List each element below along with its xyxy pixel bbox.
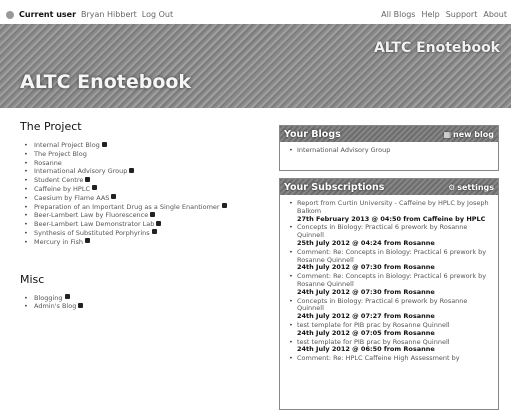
- subscription-item: Comment: Re: Concepts in Biology: Practi…: [286, 248, 492, 272]
- user-icon: [6, 10, 14, 19]
- misc-list: BloggingAdmin's Blog: [20, 294, 270, 312]
- banner-big-title[interactable]: ALTC Enotebook: [20, 71, 191, 93]
- project-heading: The Project: [20, 120, 82, 133]
- subscription-link[interactable]: test template for PIB prac by Rosanne Qu…: [297, 338, 450, 346]
- subscription-link[interactable]: Concepts in Biology: Practical 6 prework…: [297, 297, 467, 313]
- lock-icon: [156, 220, 162, 226]
- subscription-link[interactable]: Comment: Re: HPLC Caffeine High Assessme…: [297, 354, 460, 362]
- subscriptions-list: Report from Curtin University - Caffeine…: [280, 195, 498, 363]
- support-link[interactable]: Support: [446, 10, 478, 19]
- subscription-link[interactable]: Concepts in Biology: Practical 6 prework…: [297, 223, 467, 239]
- list-item: International Advisory Group: [20, 167, 270, 176]
- subscription-meta: 24th July 2012 @ 07:30 from Rosanne: [297, 263, 435, 272]
- banner-small-title[interactable]: ALTC Enotebook: [374, 40, 500, 56]
- subscription-meta: 24th July 2012 @ 07:27 from Rosanne: [297, 312, 435, 321]
- subscription-meta: 25th July 2012 @ 04:24 from Rosanne: [297, 238, 435, 247]
- blog-link[interactable]: International Advisory Group: [34, 167, 127, 175]
- lock-icon: [221, 203, 227, 209]
- blog-link[interactable]: Rosanne: [34, 159, 62, 167]
- subscription-item: Comment: Re: Concepts in Biology: Practi…: [286, 272, 492, 296]
- lock-icon: [92, 185, 97, 191]
- lock-icon: [64, 294, 70, 300]
- logout-link[interactable]: Log Out: [142, 10, 173, 19]
- new-blog-button[interactable]: ▦ new blog: [443, 130, 494, 139]
- your-subscriptions-header: Your Subscriptions ⚙ settings: [280, 179, 498, 195]
- user-area: Current user Bryan Hibbert Log Out: [6, 10, 173, 19]
- current-user-label: Current user: [19, 10, 77, 19]
- subscription-meta: 24th July 2012 @ 06:50 from Rosanne: [297, 345, 435, 354]
- subscription-link[interactable]: Comment: Re: Concepts in Biology: Practi…: [297, 248, 486, 264]
- blog-link[interactable]: Beer-Lambert Law Demonstrator Lab: [34, 220, 154, 228]
- your-blogs-list: International Advisory Group: [280, 142, 498, 155]
- your-subscriptions-panel: Your Subscriptions ⚙ settings Report fro…: [279, 178, 499, 410]
- subscription-item: Report from Curtin University - Caffeine…: [286, 199, 492, 223]
- list-item: Mercury in Fish: [20, 238, 270, 247]
- list-item: Caffeine by HPLC: [20, 185, 270, 194]
- list-item: Blogging: [20, 294, 270, 303]
- blog-link[interactable]: Internal Project Blog: [34, 141, 100, 149]
- list-item: Caesium by Flame AAS: [20, 194, 270, 203]
- subscription-link[interactable]: test template for PIB prac by Rosanne Qu…: [297, 321, 450, 329]
- list-item: Beer-Lambert Law Demonstrator Lab: [20, 220, 270, 229]
- blog-link[interactable]: Synthesis of Substituted Porphyrins: [34, 229, 150, 237]
- blog-link[interactable]: Caesium by Flame AAS: [34, 194, 109, 202]
- all-blogs-link[interactable]: All Blogs: [381, 10, 415, 19]
- help-link[interactable]: Help: [421, 10, 439, 19]
- subscription-item: Comment: Re: HPLC Caffeine High Assessme…: [286, 354, 492, 363]
- blog-link[interactable]: Caffeine by HPLC: [34, 185, 90, 193]
- blog-link[interactable]: Mercury in Fish: [34, 238, 83, 246]
- gear-icon: ⚙: [448, 182, 456, 192]
- list-item: Rosanne: [20, 159, 270, 168]
- about-link[interactable]: About: [483, 10, 507, 19]
- blog-link[interactable]: The Project Blog: [34, 150, 87, 158]
- misc-section: Misc BloggingAdmin's Blog: [20, 273, 270, 312]
- your-blogs-title: Your Blogs: [284, 128, 341, 140]
- subscription-link[interactable]: Comment: Re: Concepts in Biology: Practi…: [297, 272, 486, 288]
- lock-icon: [111, 194, 117, 200]
- misc-heading: Misc: [20, 272, 45, 286]
- subscription-meta: 27th February 2013 @ 04:50 from Caffeine…: [297, 214, 486, 223]
- settings-label: settings: [457, 182, 494, 192]
- lock-icon: [101, 141, 107, 147]
- list-item: Internal Project Blog: [20, 141, 270, 150]
- blog-link[interactable]: Blogging: [34, 294, 63, 302]
- subscription-item: Concepts in Biology: Practical 6 prework…: [286, 224, 492, 247]
- blog-link[interactable]: Beer-Lambert Law by Fluorescence: [34, 211, 148, 219]
- new-blog-icon: ▦: [443, 129, 451, 139]
- top-nav: All Blogs Help Support About: [381, 10, 507, 19]
- lock-icon: [85, 176, 91, 182]
- lock-icon: [78, 302, 84, 308]
- subscription-item: test template for PIB prac by Rosanne Qu…: [286, 321, 492, 338]
- blog-link[interactable]: International Advisory Group: [297, 146, 390, 154]
- main-content: The Project Internal Project BlogThe Pro…: [20, 120, 270, 311]
- lock-icon: [85, 238, 90, 244]
- blog-link[interactable]: Admin's Blog: [34, 302, 76, 310]
- subscription-link[interactable]: Report from Curtin University - Caffeine…: [297, 199, 489, 215]
- blog-link[interactable]: Student Centre: [34, 176, 83, 184]
- list-item: The Project Blog: [20, 150, 270, 159]
- lock-icon: [129, 167, 135, 173]
- subscription-item: Concepts in Biology: Practical 6 prework…: [286, 297, 492, 321]
- lock-icon: [151, 229, 157, 235]
- blog-link[interactable]: Preparation of an Important Drug as a Si…: [34, 203, 220, 211]
- new-blog-label: new blog: [453, 129, 494, 139]
- your-blogs-panel: Your Blogs ▦ new blog International Advi…: [279, 125, 499, 171]
- lock-icon: [150, 211, 156, 217]
- project-list: Internal Project BlogThe Project BlogRos…: [20, 141, 270, 247]
- subscription-item: test template for PIB prac by Rosanne Qu…: [286, 338, 492, 355]
- your-subscriptions-title: Your Subscriptions: [284, 181, 385, 193]
- list-item: Preparation of an Important Drug as a Si…: [20, 203, 270, 212]
- list-item: Beer-Lambert Law by Fluorescence: [20, 211, 270, 220]
- your-blogs-header: Your Blogs ▦ new blog: [280, 126, 498, 142]
- subscription-meta: 24th July 2012 @ 07:30 from Rosanne: [297, 287, 435, 296]
- list-item: International Advisory Group: [286, 146, 492, 155]
- list-item: Synthesis of Substituted Porphyrins: [20, 229, 270, 238]
- list-item: Student Centre: [20, 176, 270, 185]
- settings-button[interactable]: ⚙ settings: [448, 183, 494, 192]
- top-bar: Current user Bryan Hibbert Log Out All B…: [0, 0, 511, 24]
- subscription-meta: 24th July 2012 @ 07:05 from Rosanne: [297, 328, 435, 337]
- list-item: Admin's Blog: [20, 302, 270, 311]
- site-banner: ALTC Enotebook ALTC Enotebook: [0, 24, 511, 108]
- user-name-link[interactable]: Bryan Hibbert: [81, 10, 137, 19]
